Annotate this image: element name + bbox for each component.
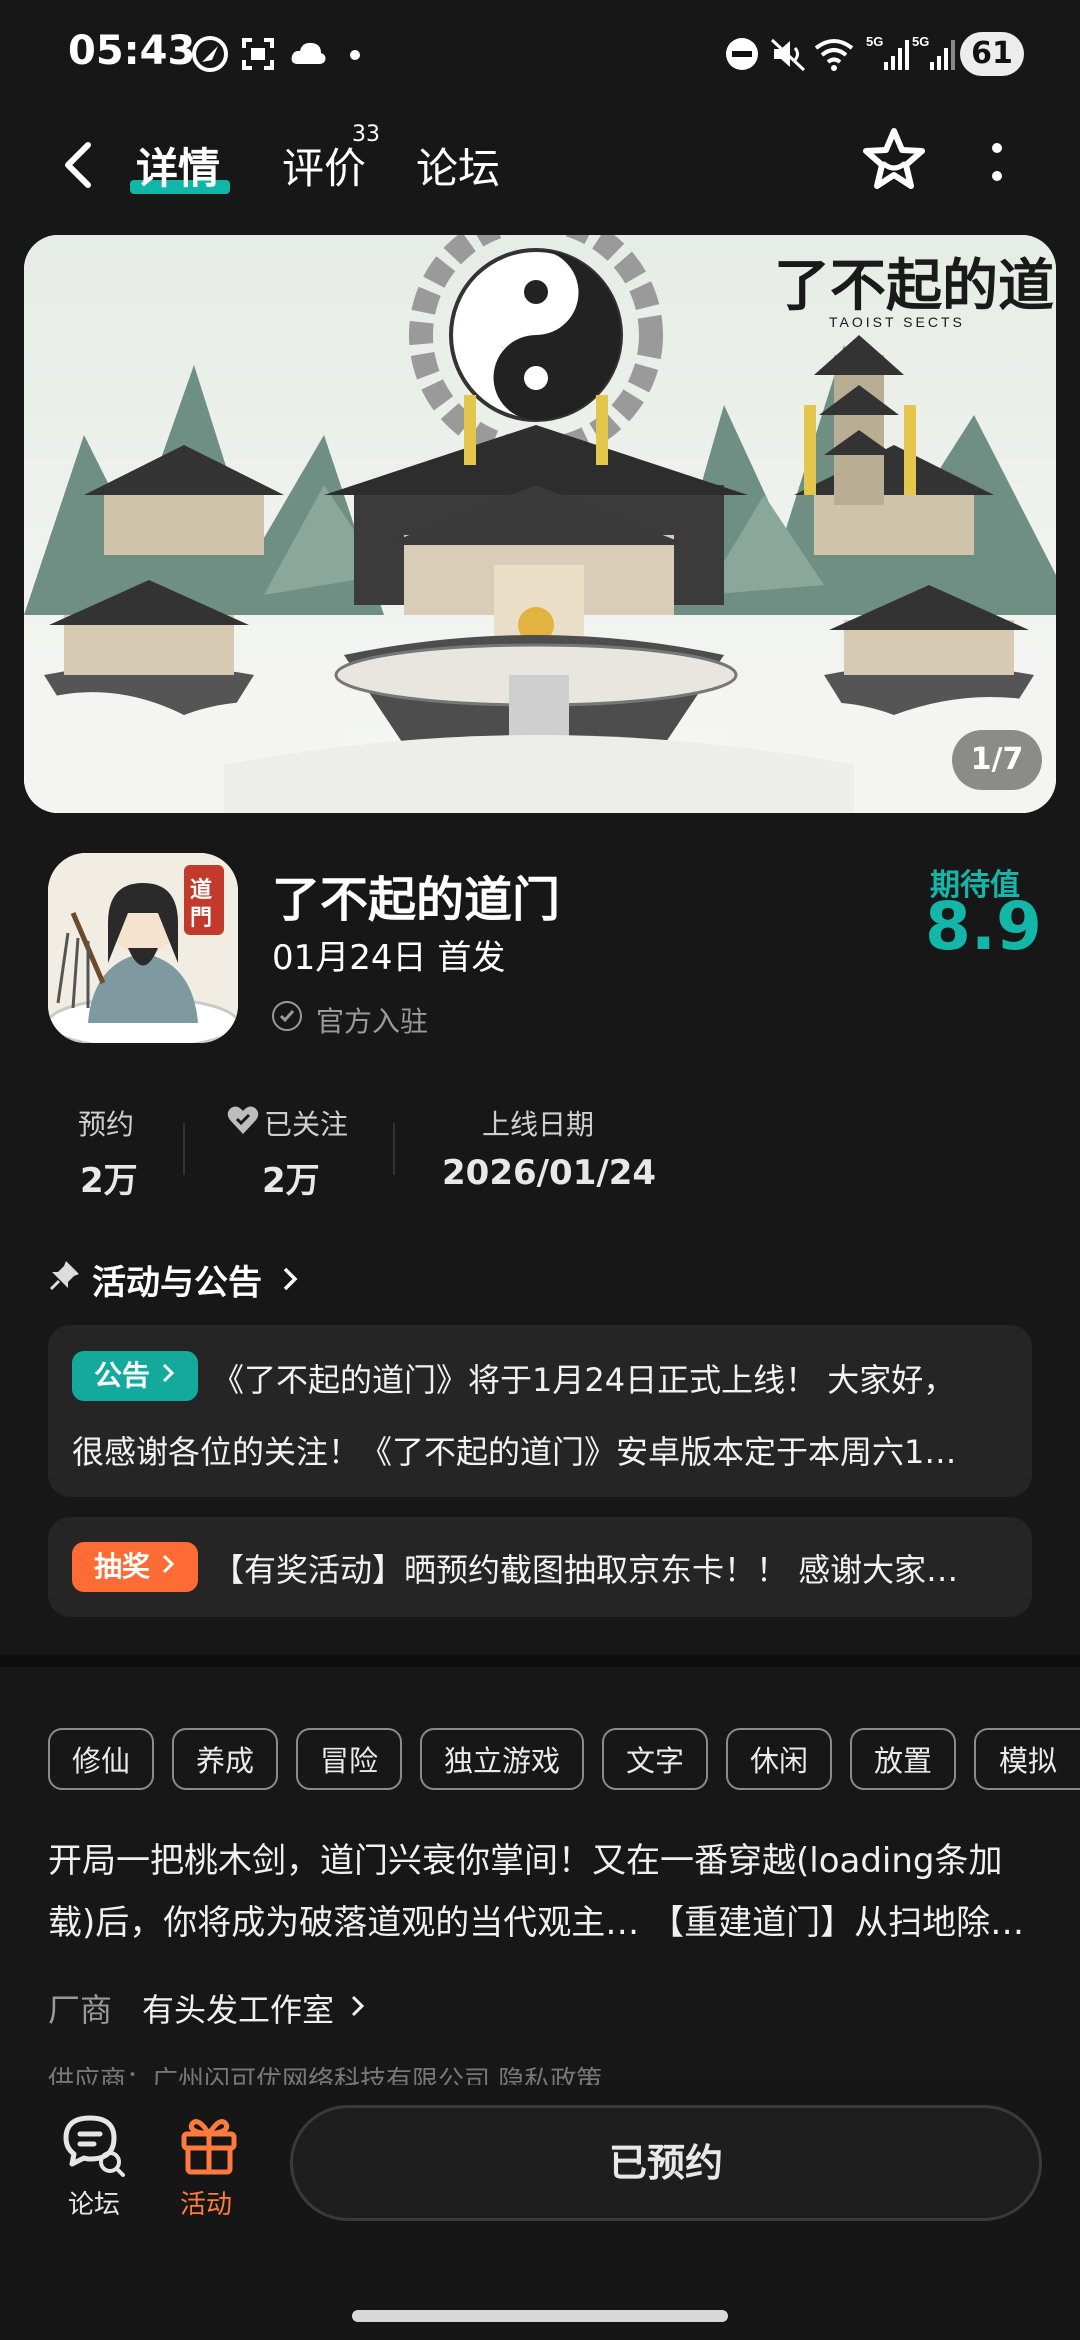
lottery-card[interactable]: 抽奖 【有奖活动】晒预约截图抽取京东卡！！ 感谢大家… [48, 1517, 1032, 1617]
activities-section-header[interactable]: 活动与公告 [92, 1255, 300, 1304]
cellular-signal-2-icon: 5G [912, 34, 956, 74]
chat-bubble-icon [63, 2115, 125, 2177]
chevron-right-icon [162, 1363, 174, 1383]
activity-button[interactable] [178, 2112, 240, 2176]
gift-icon [181, 2119, 237, 2175]
status-time: 05:43 [68, 28, 196, 74]
banner-logo-subtext: TAOIST SECTS [829, 314, 965, 330]
dnd-icon [722, 34, 762, 74]
heart-check-icon [226, 1103, 260, 1137]
lottery-text: 【有奖活动】晒预约截图抽取京东卡！！ 感谢大家… [212, 1551, 959, 1589]
description-line2: 载)后，你将成为破落道观的当代观主… 【重建道门】从扫地除… [48, 1903, 1025, 1943]
navigation-status-icon [190, 34, 230, 74]
stat-launch-date-value: 2026/01/24 [442, 1153, 657, 1193]
more-options-button[interactable] [982, 138, 1012, 188]
official-badge: 官方入驻 [316, 1005, 429, 1038]
tag-chip[interactable]: 冒险 [296, 1728, 402, 1790]
game-description[interactable]: 开局一把桃木剑，道门兴衰你掌间！又在一番穿越(loading条加 载)后，你将成… [48, 1830, 1038, 1954]
lottery-badge: 抽奖 [72, 1542, 198, 1592]
cloud-status-icon [288, 34, 328, 74]
chevron-right-icon [352, 1995, 365, 2017]
wifi-icon [812, 34, 862, 74]
tag-chip[interactable]: 修仙 [48, 1728, 154, 1790]
tag-chip[interactable]: 养成 [172, 1728, 278, 1790]
check-circle-icon [272, 1001, 302, 1031]
chevron-left-icon [65, 142, 91, 188]
vendor-link[interactable]: 有头发工作室 [142, 1985, 368, 2031]
chevron-right-icon [162, 1554, 174, 1574]
announcement-text-line2: 很感谢各位的关注！《了不起的道门》安卓版本定于本周六1… [72, 1433, 957, 1471]
svg-text:道: 道 [190, 877, 212, 903]
scan-status-icon [238, 34, 278, 74]
app-icon[interactable]: 道 門 [48, 853, 238, 1043]
back-button[interactable] [56, 135, 100, 195]
tag-chip[interactable]: 独立游戏 [420, 1728, 584, 1790]
stat-divider [393, 1123, 395, 1175]
svg-text:5G: 5G [912, 34, 929, 49]
chevron-right-icon [280, 1263, 300, 1303]
cellular-signal-icon: 5G [866, 34, 910, 74]
tag-chip[interactable]: 放置 [850, 1728, 956, 1790]
screenshot-carousel[interactable]: 了不起的道门 TAOIST SECTS [24, 235, 1056, 813]
app-title: 了不起的道门 [272, 872, 561, 928]
notice-badge: 公告 [72, 1351, 198, 1401]
stat-followers-label: 已关注 [264, 1108, 349, 1141]
release-date: 01月24日 首发 [272, 938, 506, 978]
home-indicator[interactable] [352, 2310, 728, 2322]
battery-indicator: 61 [960, 32, 1024, 76]
stat-reservations-label: 预约 [78, 1108, 135, 1141]
activities-title: 活动与公告 [92, 1263, 262, 1303]
vendor-name: 有头发工作室 [142, 1991, 335, 2029]
tab-forum[interactable]: 论坛 [416, 135, 500, 196]
tab-details[interactable]: 详情 [136, 135, 220, 196]
stat-launch-date-label: 上线日期 [482, 1108, 595, 1141]
review-count-badge: 33 [352, 122, 380, 147]
forum-button[interactable] [60, 2112, 126, 2178]
svg-text:門: 門 [190, 905, 212, 931]
more-vertical-icon [992, 143, 1002, 181]
notice-badge-label: 公告 [94, 1359, 151, 1392]
status-bar: 05:43 5G 5G 61 [0, 0, 1080, 110]
stat-followers-value: 2万 [262, 1161, 320, 1201]
tag-chip[interactable]: 文字 [602, 1728, 708, 1790]
lottery-badge-label: 抽奖 [94, 1550, 151, 1583]
announcement-card[interactable]: 公告 《了不起的道门》将于1月24日正式上线！ 大家好， 很感谢各位的关注！《了… [48, 1325, 1032, 1497]
mute-icon [768, 34, 808, 74]
favorite-button[interactable] [860, 126, 928, 194]
announcement-text-line1: 《了不起的道门》将于1月24日正式上线！ 大家好， [212, 1361, 956, 1399]
stat-reservations-value: 2万 [80, 1161, 138, 1201]
star-icon [863, 128, 925, 189]
tag-chip[interactable]: 休闲 [726, 1728, 832, 1790]
tag-chip[interactable]: 模拟 [974, 1728, 1080, 1790]
activity-label: 活动 [180, 2190, 233, 2220]
reserved-button[interactable]: 已预约 [290, 2105, 1042, 2221]
notification-dot [350, 50, 360, 60]
banner-logo: 了不起的道门 [774, 253, 1056, 319]
stat-divider [183, 1123, 185, 1175]
vendor-label: 厂商 [48, 1991, 113, 2029]
game-banner-illustration: 了不起的道门 TAOIST SECTS [24, 235, 1056, 813]
pin-icon [48, 1258, 82, 1292]
carousel-page-indicator: 1/7 [952, 730, 1042, 790]
description-line1: 开局一把桃木剑，道门兴衰你掌间！又在一番穿越(loading条加 [48, 1841, 1003, 1881]
section-divider [0, 1655, 1080, 1667]
forum-label: 论坛 [68, 2190, 121, 2220]
expectation-score: 8.9 [925, 888, 1042, 965]
taoist-character-icon: 道 門 [48, 853, 238, 1043]
svg-text:5G: 5G [866, 34, 883, 49]
